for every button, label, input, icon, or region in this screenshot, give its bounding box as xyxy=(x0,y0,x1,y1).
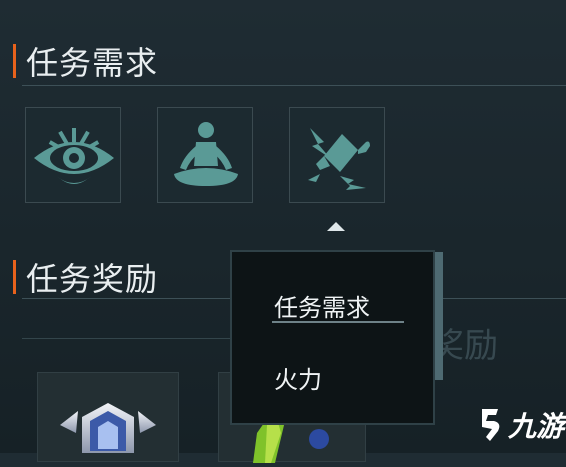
rank-badge-icon xyxy=(60,403,156,453)
requirements-title: 任务需求 xyxy=(26,44,159,82)
watermark: 九游 xyxy=(476,405,564,445)
watermark-text: 九游 xyxy=(508,410,565,443)
popup-item-underline xyxy=(272,321,404,323)
meditation-icon xyxy=(174,122,238,186)
popup-scrollbar[interactable] xyxy=(435,252,443,380)
accent-bar xyxy=(13,260,16,294)
popup-item-requirements[interactable]: 任务需求 xyxy=(274,288,370,323)
popup-pointer xyxy=(327,222,345,231)
requirement-slot-eye[interactable] xyxy=(25,107,121,203)
rewards-title: 任务奖励 xyxy=(26,260,159,298)
eye-icon xyxy=(34,128,114,184)
requirements-heading: 任务需求 xyxy=(13,38,158,84)
divider xyxy=(22,85,566,86)
reward-card[interactable] xyxy=(37,372,179,462)
popup-item-firepower[interactable]: 火力 xyxy=(274,360,322,395)
firepower-icon xyxy=(308,128,370,190)
rewards-heading: 任务奖励 xyxy=(13,254,158,300)
accent-bar xyxy=(13,44,16,78)
requirement-slot-meditation[interactable] xyxy=(157,107,253,203)
requirement-slot-firepower[interactable] xyxy=(289,107,385,203)
jiuyou-logo-icon xyxy=(482,409,500,441)
requirement-popup: 任务需求 火力 xyxy=(230,250,435,425)
